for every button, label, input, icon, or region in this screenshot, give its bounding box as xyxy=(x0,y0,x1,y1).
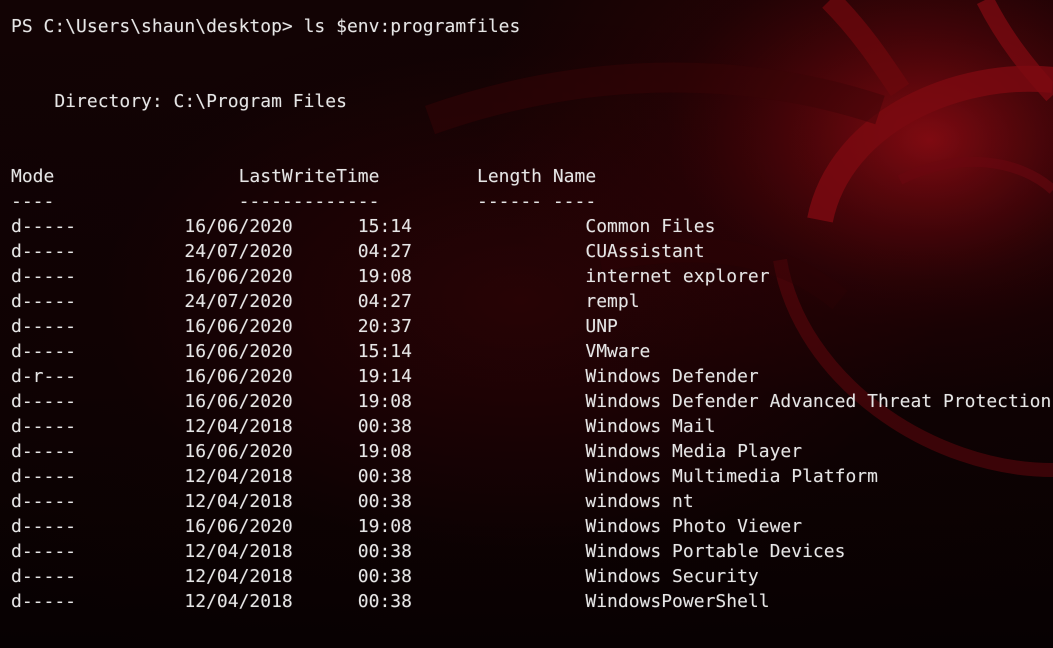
listing-row: d----- 12/04/2018 00:38 Windows Multimed… xyxy=(11,466,878,487)
listing-row: d----- 12/04/2018 00:38 WindowsPowerShel… xyxy=(11,591,770,612)
listing-row: d----- 16/06/2020 19:08 Windows Defender… xyxy=(11,391,1052,412)
listing-row: d----- 16/06/2020 19:08 Windows Media Pl… xyxy=(11,441,803,462)
listing-row: d----- 16/06/2020 19:08 internet explore… xyxy=(11,266,770,287)
listing-row: d----- 12/04/2018 00:38 windows nt xyxy=(11,491,694,512)
listing-row: d----- 16/06/2020 20:37 UNP xyxy=(11,316,618,337)
listing-row: d----- 12/04/2018 00:38 Windows Mail xyxy=(11,416,716,437)
directory-line: Directory: C:\Program Files xyxy=(11,91,347,112)
listing-row: d----- 16/06/2020 15:14 Common Files xyxy=(11,216,716,237)
powershell-terminal[interactable]: PS C:\Users\shaun\desktop> ls $env:progr… xyxy=(0,0,1053,648)
listing-header-underline: ---- ------------- ------ ---- xyxy=(11,191,597,212)
listing-header: Mode LastWriteTime Length Name xyxy=(11,166,597,187)
prompt-line: PS C:\Users\shaun\desktop> ls $env:progr… xyxy=(11,16,521,37)
listing-row: d----- 12/04/2018 00:38 Windows Portable… xyxy=(11,541,846,562)
listing-row: d----- 16/06/2020 15:14 VMware xyxy=(11,341,651,362)
listing-row: d----- 24/07/2020 04:27 rempl xyxy=(11,291,640,312)
listing-row: d----- 12/04/2018 00:38 Windows Security xyxy=(11,566,759,587)
listing-row: d-r--- 16/06/2020 19:14 Windows Defender xyxy=(11,366,759,387)
listing-row: d----- 24/07/2020 04:27 CUAssistant xyxy=(11,241,705,262)
listing-row: d----- 16/06/2020 19:08 Windows Photo Vi… xyxy=(11,516,803,537)
